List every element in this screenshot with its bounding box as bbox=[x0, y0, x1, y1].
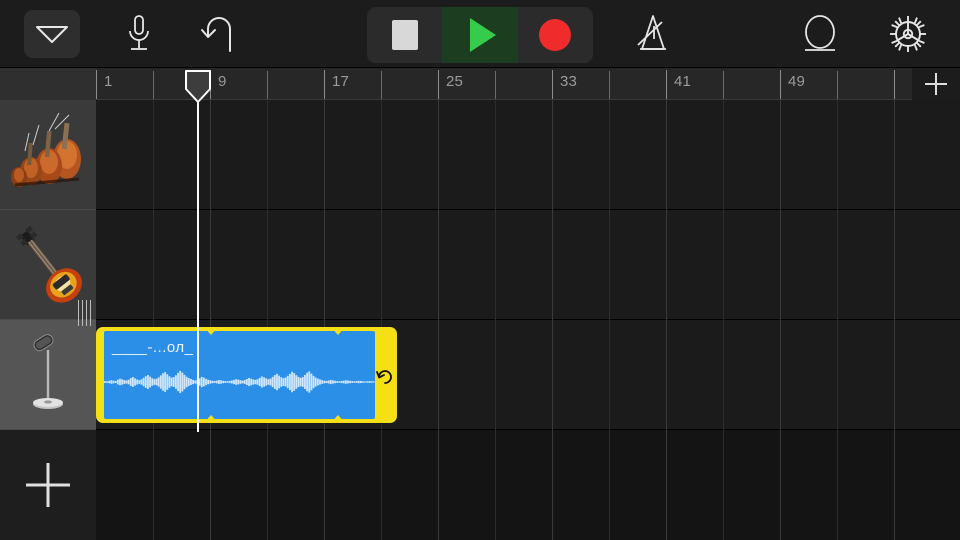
audio-region[interactable]: ____-...ол_ bbox=[96, 327, 397, 423]
ruler-bar-number: 17 bbox=[332, 73, 350, 90]
grid-line bbox=[609, 100, 610, 540]
track-lane-2[interactable] bbox=[96, 210, 960, 320]
grid-line bbox=[210, 100, 211, 540]
ruler-bar-number: 33 bbox=[560, 73, 578, 90]
record-circle-icon bbox=[539, 19, 572, 51]
ruler-tick bbox=[324, 70, 325, 99]
ruler-ticks: 1 9 17 25 33 41 49 bbox=[96, 68, 912, 100]
grid-line bbox=[894, 100, 895, 540]
undo-button[interactable] bbox=[194, 10, 242, 58]
playhead-handle[interactable] bbox=[184, 70, 212, 104]
navigation-button[interactable] bbox=[24, 10, 80, 58]
undo-arrow-icon bbox=[201, 17, 231, 52]
garageband-tracks-screen: 1 9 17 25 33 41 49 ____-...ол_ bbox=[0, 0, 960, 540]
grid-line bbox=[666, 100, 667, 540]
waveform bbox=[104, 365, 375, 399]
grid-line bbox=[267, 100, 268, 540]
plus-icon bbox=[26, 463, 70, 507]
ruler-tick bbox=[495, 71, 496, 99]
ruler-tick bbox=[666, 70, 667, 99]
track-header-1[interactable] bbox=[0, 100, 96, 210]
electric-guitar-icon bbox=[15, 225, 82, 303]
grid-line bbox=[552, 100, 553, 540]
playhead-line bbox=[197, 100, 199, 432]
stop-square-icon bbox=[391, 20, 418, 50]
play-button[interactable] bbox=[442, 7, 518, 63]
grid-line bbox=[381, 100, 382, 540]
stop-button[interactable] bbox=[367, 7, 443, 63]
grid-line bbox=[780, 100, 781, 540]
ruler-bar-number: 49 bbox=[788, 73, 806, 90]
ruler-bar-number: 41 bbox=[674, 73, 692, 90]
record-button[interactable] bbox=[517, 7, 593, 63]
settings-button[interactable] bbox=[884, 10, 932, 58]
ruler-tick bbox=[552, 70, 553, 99]
chevron-down-icon bbox=[36, 26, 68, 43]
ruler-tick bbox=[780, 70, 781, 99]
metronome-icon bbox=[637, 15, 666, 50]
track-lane-4[interactable] bbox=[96, 430, 960, 540]
grid-line bbox=[324, 100, 325, 540]
loop-repeat-icon[interactable] bbox=[375, 365, 395, 387]
audio-region-label: ____-...ол_ bbox=[112, 339, 194, 356]
track-resize-handle[interactable] bbox=[76, 300, 92, 326]
grid-line bbox=[495, 100, 496, 540]
metronome-button[interactable] bbox=[629, 10, 677, 58]
add-track-ruler-button[interactable] bbox=[912, 68, 960, 100]
track-lane-1[interactable] bbox=[96, 100, 960, 210]
loop-circle-icon bbox=[805, 15, 835, 51]
transport-controls bbox=[367, 7, 593, 63]
ruler-tick bbox=[153, 71, 154, 99]
playhead-marker-icon bbox=[185, 70, 211, 103]
ruler-tick bbox=[609, 71, 610, 99]
audio-recorder-button[interactable] bbox=[115, 10, 163, 58]
strings-instrument-icon bbox=[9, 111, 87, 199]
ruler-tick bbox=[837, 71, 838, 99]
ruler-corner bbox=[0, 68, 96, 100]
audio-region-body[interactable]: ____-...ол_ bbox=[104, 331, 375, 419]
ruler-bar-number: 9 bbox=[218, 73, 227, 90]
region-trim-handle[interactable] bbox=[204, 327, 219, 335]
loop-browser-button[interactable] bbox=[796, 10, 844, 58]
plus-icon bbox=[925, 73, 947, 95]
ruler-tick bbox=[381, 71, 382, 99]
electric-guitar-icon bbox=[9, 221, 87, 309]
gear-icon bbox=[890, 16, 926, 52]
plus-icon bbox=[9, 441, 87, 529]
top-toolbar bbox=[0, 0, 960, 68]
ruler-tick bbox=[894, 70, 895, 99]
microphone-stand-icon bbox=[33, 333, 63, 409]
ruler-tick bbox=[438, 70, 439, 99]
ruler-bar-number: 1 bbox=[104, 73, 113, 90]
add-track-button[interactable] bbox=[0, 430, 96, 540]
grid-line bbox=[837, 100, 838, 540]
ruler-bar-number: 25 bbox=[446, 73, 464, 90]
region-trim-handle[interactable] bbox=[204, 415, 219, 423]
play-triangle-icon bbox=[469, 18, 496, 52]
timeline-area[interactable]: ____-...ол_ bbox=[96, 100, 960, 540]
region-trim-handle[interactable] bbox=[330, 327, 345, 335]
ruler-tick bbox=[267, 71, 268, 99]
region-trim-handle[interactable] bbox=[330, 415, 345, 423]
grid-line bbox=[723, 100, 724, 540]
timeline-ruler[interactable]: 1 9 17 25 33 41 49 bbox=[0, 68, 960, 100]
ruler-tick bbox=[96, 70, 97, 99]
strings-instrument-icon bbox=[11, 112, 81, 187]
grid-line bbox=[153, 100, 154, 540]
track-header-3[interactable] bbox=[0, 320, 96, 430]
grid-line bbox=[438, 100, 439, 540]
microphone-icon bbox=[129, 15, 149, 50]
microphone-stand-icon bbox=[9, 331, 87, 419]
ruler-tick bbox=[723, 71, 724, 99]
